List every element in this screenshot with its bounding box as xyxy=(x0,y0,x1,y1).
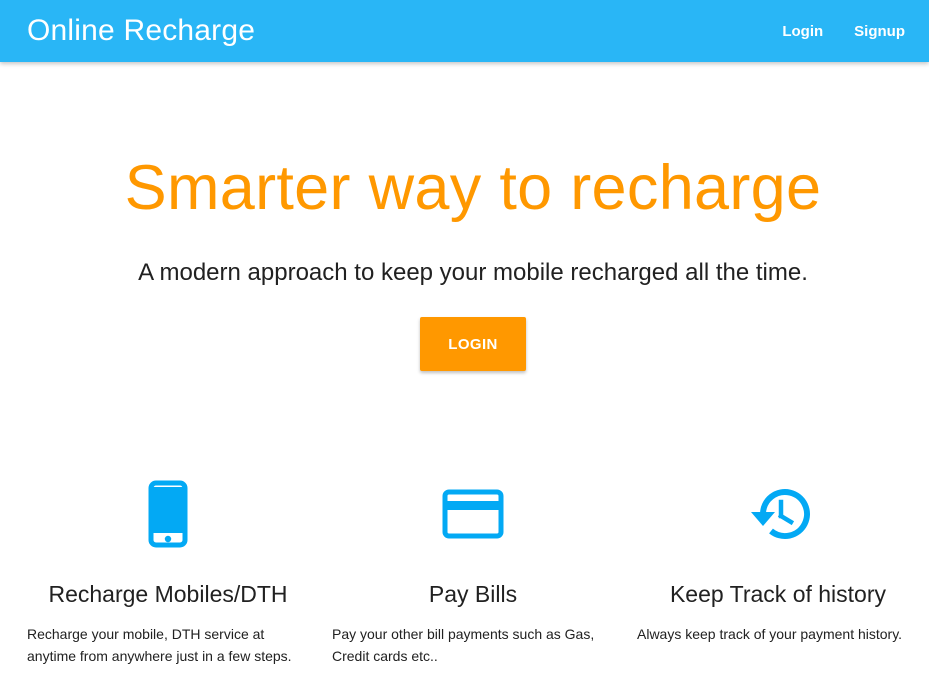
hero-subtitle: A modern approach to keep your mobile re… xyxy=(138,259,808,286)
feature-description: Always keep track of your payment histor… xyxy=(637,626,903,642)
feature-title: Pay Bills xyxy=(428,581,518,607)
top-navbar: Online Recharge Login Signup xyxy=(0,0,929,62)
feature-description: Recharge your mobile, DTH service at any… xyxy=(27,626,292,664)
hero-title: Smarter way to recharge xyxy=(124,153,822,223)
nav-links: Login Signup xyxy=(751,0,905,62)
brand-logo[interactable]: Online Recharge xyxy=(27,11,255,51)
login-button[interactable]: LOGIN xyxy=(420,317,526,371)
credit-card-icon xyxy=(323,478,623,550)
nav-login-link[interactable]: Login xyxy=(782,23,823,40)
feature-description: Pay your other bill payments such as Gas… xyxy=(332,626,595,664)
history-icon xyxy=(628,478,928,550)
feature-title: Keep Track of history xyxy=(669,581,887,607)
feature-title: Recharge Mobiles/DTH xyxy=(48,581,288,607)
nav-signup-link[interactable]: Signup xyxy=(854,23,905,40)
smartphone-icon xyxy=(18,478,318,550)
